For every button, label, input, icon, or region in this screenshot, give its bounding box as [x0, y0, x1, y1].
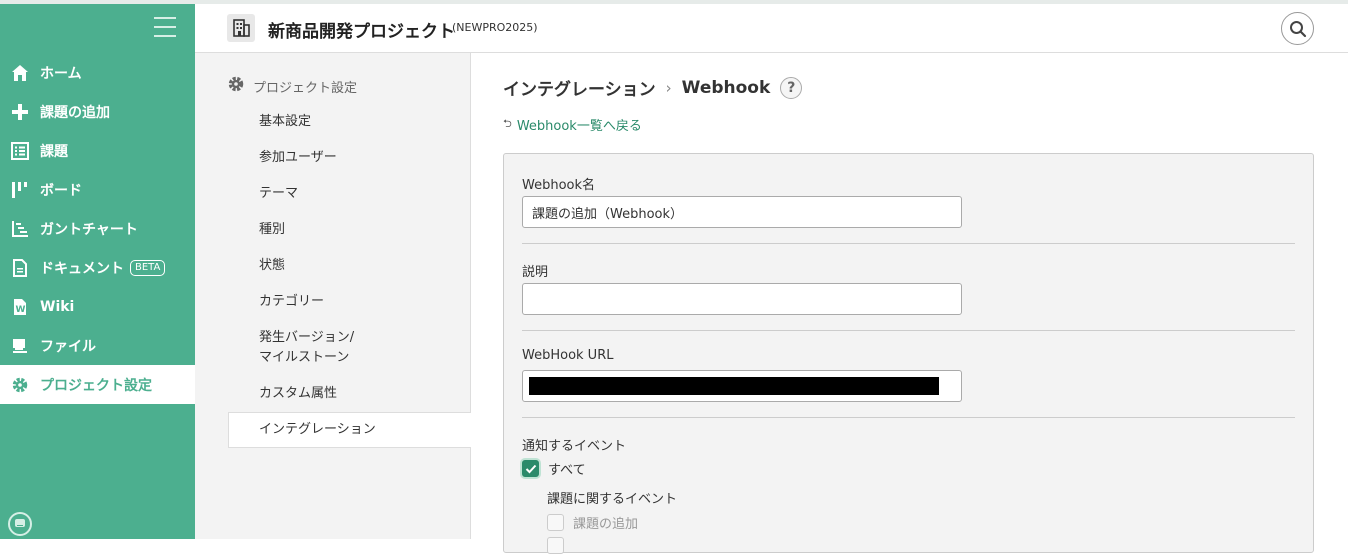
sidebar-item-label: ガントチャート [40, 221, 138, 238]
plus-icon [10, 102, 30, 122]
beta-badge: BETA [130, 259, 166, 276]
settings-menu: プロジェクト設定 基本設定 参加ユーザー テーマ 種別 状態 カテゴリー 発生バ… [195, 53, 472, 539]
checkmark-icon [522, 460, 539, 477]
all-events-checkbox[interactable]: すべて [522, 459, 586, 478]
breadcrumb-parent[interactable]: インテグレーション [503, 75, 656, 100]
chat-icon[interactable] [8, 512, 32, 536]
settings-item-integration[interactable]: インテグレーション [228, 412, 472, 448]
gear-icon [10, 375, 30, 395]
add-issue-checkbox[interactable]: 課題の追加 [547, 513, 638, 532]
events-label: 通知するイベント [522, 439, 627, 454]
redacted-url [529, 377, 939, 395]
settings-item-versions[interactable]: 発生バージョン/ マイルストーン [259, 328, 354, 368]
sidebar-item-gantt[interactable]: ガントチャート [0, 209, 195, 248]
description-label: 説明 [522, 265, 549, 280]
home-icon [10, 63, 30, 83]
file-icon [10, 336, 30, 356]
settings-item-basic[interactable]: 基本設定 [259, 112, 311, 132]
main-content: インテグレーション › Webhook ? ⮌ Webhook一覧へ戻る Web… [471, 53, 1348, 554]
search-icon[interactable] [1281, 12, 1314, 45]
settings-item-members[interactable]: 参加ユーザー [259, 148, 337, 168]
webhook-url-input[interactable] [522, 370, 962, 402]
document-icon [10, 258, 30, 278]
sidebar-item-issues[interactable]: 課題 [0, 131, 195, 170]
project-name[interactable]: 新商品開発プロジェクト [268, 17, 455, 42]
breadcrumb-current: Webhook [681, 77, 771, 98]
sidebar-item-label: Wiki [40, 298, 75, 315]
sidebar-item-add-issue[interactable]: 課題の追加 [0, 92, 195, 131]
back-to-webhook-list-link[interactable]: ⮌ Webhook一覧へ戻る [503, 115, 642, 134]
svg-text:W: W [16, 305, 26, 315]
sidebar-item-label: ドキュメント [40, 260, 124, 277]
sidebar-item-board[interactable]: ボード [0, 170, 195, 209]
sidebar-item-wiki[interactable]: W Wiki [0, 287, 195, 326]
divider [522, 330, 1295, 331]
sidebar-item-label: 課題 [40, 143, 68, 160]
sidebar-item-label: ボード [40, 182, 82, 199]
settings-item-custom-fields[interactable]: カスタム属性 [259, 384, 337, 404]
help-icon[interactable]: ? [780, 76, 803, 99]
menu-toggle-icon[interactable] [154, 17, 176, 37]
settings-menu-title-label: プロジェクト設定 [253, 80, 358, 96]
sidebar-item-home[interactable]: ホーム [0, 53, 195, 92]
all-events-label: すべて [548, 463, 586, 478]
sidebar-item-label: 課題の追加 [40, 104, 110, 121]
webhook-name-label: Webhook名 [522, 178, 596, 193]
wiki-icon: W [10, 297, 30, 317]
webhook-form: Webhook名 課題の追加（Webhook） 説明 WebHook URL 通… [503, 153, 1314, 554]
project-key: (NEWPRO2025) [452, 21, 538, 34]
sidebar-item-label: ファイル [40, 338, 96, 355]
divider [522, 417, 1295, 418]
issue-events-label: 課題に関するイベント [547, 492, 678, 507]
sidebar-item-label: ホーム [40, 65, 82, 82]
building-icon [227, 14, 255, 42]
sidebar: ホーム 課題の追加 課題 ボード ガントチャート ドキュメント BETA W W… [0, 4, 195, 539]
header: 新商品開発プロジェクト (NEWPRO2025) [195, 4, 1348, 53]
chevron-right-icon: › [665, 78, 672, 97]
divider [522, 243, 1295, 244]
checkbox-box [547, 514, 564, 531]
next-event-checkbox[interactable] [547, 537, 573, 554]
webhook-name-input[interactable]: 課題の追加（Webhook） [522, 196, 962, 228]
back-link-label: Webhook一覧へ戻る [516, 119, 642, 134]
description-input[interactable] [522, 283, 962, 315]
checkbox-box [547, 537, 564, 554]
add-issue-label: 課題の追加 [573, 517, 639, 532]
breadcrumb: インテグレーション › Webhook ? [503, 75, 803, 100]
gantt-icon [10, 219, 30, 239]
settings-menu-title: プロジェクト設定 [227, 75, 357, 97]
gear-icon [227, 75, 245, 97]
sidebar-item-label: プロジェクト設定 [40, 377, 152, 394]
board-icon [10, 180, 30, 200]
settings-item-categories[interactable]: カテゴリー [259, 292, 324, 312]
settings-item-issue-types[interactable]: 種別 [259, 220, 285, 240]
settings-item-statuses[interactable]: 状態 [259, 256, 285, 276]
sidebar-item-documents[interactable]: ドキュメント BETA [0, 248, 195, 287]
webhook-url-label: WebHook URL [522, 348, 614, 363]
return-arrow-icon: ⮌ [503, 117, 512, 130]
sidebar-item-files[interactable]: ファイル [0, 326, 195, 365]
list-icon [10, 141, 30, 161]
settings-item-theme[interactable]: テーマ [259, 184, 298, 204]
sidebar-item-project-settings[interactable]: プロジェクト設定 [0, 365, 195, 404]
